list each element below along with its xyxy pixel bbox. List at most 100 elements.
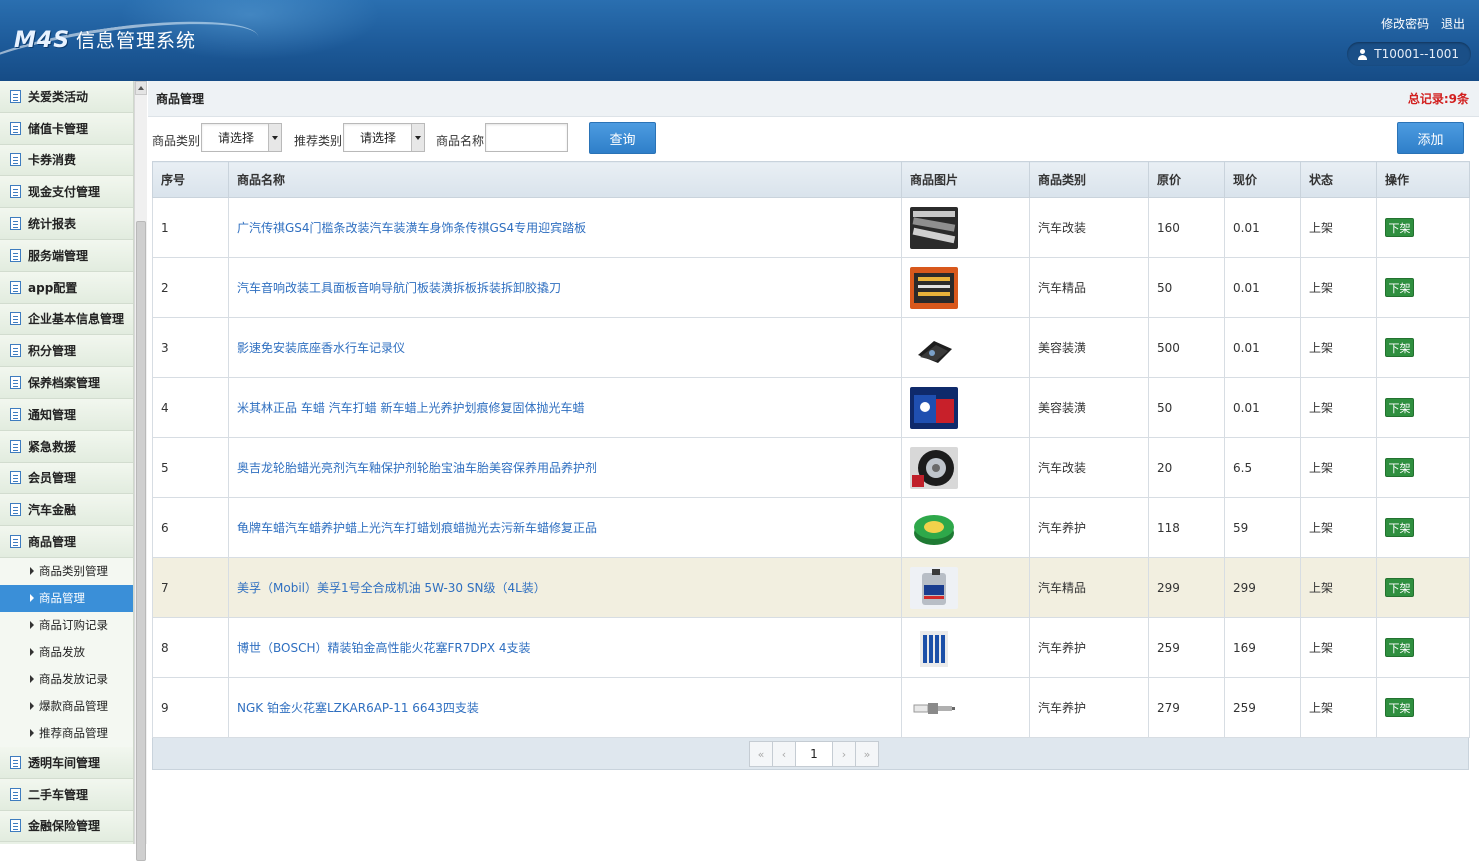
sidebar-item[interactable]: 储值卡管理	[0, 112, 133, 145]
submenu-goods: 商品类别管理商品管理商品订购记录商品发放商品发放记录爆款商品管理 推荐商品管理	[0, 557, 133, 747]
submenu-item[interactable]: 商品管理	[0, 584, 133, 612]
sidebar-item[interactable]: 企业基本信息管理	[0, 303, 133, 336]
unlist-button[interactable]: 下架	[1385, 638, 1414, 657]
sidebar-item[interactable]: 统计报表	[0, 208, 133, 240]
product-thumbnail[interactable]	[910, 506, 958, 549]
cell-current-price: 0.01	[1224, 197, 1301, 258]
table-row: 5 奥吉龙轮胎蜡光亮剂汽车釉保护剂轮胎宝油车胎美容保养用品养护剂 汽车改装 20 6.5…	[152, 437, 1470, 498]
product-name-link[interactable]: 影速免安装底座香水行车记录仪	[237, 341, 405, 355]
submenu-item[interactable]: 推荐商品管理	[0, 720, 133, 747]
pager-first-button[interactable]: «	[749, 741, 773, 767]
sidebar-item[interactable]: 金融保险管理	[0, 810, 133, 843]
sidebar-item[interactable]: 汽车金融	[0, 494, 133, 527]
sidebar-item[interactable]: 积分管理	[0, 335, 133, 368]
document-icon	[10, 153, 21, 167]
unlist-button[interactable]: 下架	[1385, 458, 1414, 477]
logout-link[interactable]: 退出	[1441, 17, 1465, 31]
unlist-button[interactable]: 下架	[1385, 578, 1414, 597]
category-select[interactable]: 请选择	[201, 123, 282, 152]
cell-image	[901, 437, 1030, 498]
product-name-link[interactable]: 米其林正品 车蜡 汽车打蜡 新车蜡上光养护划痕修复固体抛光车蜡	[237, 401, 584, 415]
submenu-item-label: 商品发放记录	[39, 672, 108, 687]
sidebar-item-label: 积分管理	[28, 344, 77, 359]
cell-no: 3	[152, 317, 229, 378]
submenu-item[interactable]: 爆款商品管理	[0, 693, 133, 720]
pager-current-page[interactable]: 1	[795, 741, 833, 767]
unlist-button[interactable]: 下架	[1385, 518, 1414, 537]
sidebar-item[interactable]: 保养档案管理	[0, 367, 133, 399]
sidebar-item[interactable]: 现金支付管理	[0, 176, 133, 209]
product-thumbnail[interactable]	[910, 446, 958, 489]
product-thumbnail[interactable]	[910, 266, 958, 309]
sidebar-item[interactable]: app配置	[0, 271, 133, 304]
unlist-button[interactable]: 下架	[1385, 698, 1414, 717]
pager-prev-button[interactable]: ‹	[772, 741, 796, 767]
cell-original-price: 500	[1148, 317, 1225, 378]
cell-image	[901, 377, 1030, 438]
page-titlebar: 商品管理 总记录:9条	[148, 81, 1479, 117]
cell-name: 博世（BOSCH）精装铂金高性能火花塞FR7DPX 4支装	[228, 617, 902, 678]
document-icon	[10, 439, 21, 453]
product-name-link[interactable]: 美孚（Mobil）美孚1号全合成机油 5W-30 SN级（4L装）	[237, 581, 546, 595]
sidebar-item[interactable]: 会员管理	[0, 462, 133, 495]
sidebar-item[interactable]: 通知管理	[0, 398, 133, 431]
sidebar-item[interactable]: 紧急救援	[0, 430, 133, 463]
submenu-item[interactable]: 商品发放	[0, 639, 133, 666]
cell-status: 上架	[1300, 437, 1377, 498]
cell-no: 7	[152, 557, 229, 618]
sidebar-item[interactable]: 透明车间管理	[0, 746, 133, 779]
change-password-link[interactable]: 修改密码	[1381, 17, 1429, 31]
sidebar-item[interactable]: 商品管理	[0, 526, 133, 558]
app-title: 信息管理系统	[76, 30, 197, 52]
product-thumbnail[interactable]	[910, 566, 958, 609]
product-name-link[interactable]: 博世（BOSCH）精装铂金高性能火花塞FR7DPX 4支装	[237, 641, 531, 655]
name-input[interactable]	[485, 123, 568, 152]
submenu-item[interactable]: 商品订购记录	[0, 612, 133, 639]
query-button[interactable]: 查询	[589, 122, 656, 154]
submenu-item[interactable]: 商品类别管理	[0, 558, 133, 585]
product-name-link[interactable]: 汽车音响改装工具面板音响导航门板装潢拆板拆装拆卸胶撬刀	[237, 281, 561, 295]
scroll-up-arrow-icon[interactable]	[135, 81, 147, 95]
unlist-button[interactable]: 下架	[1385, 398, 1414, 417]
chevron-down-icon	[411, 124, 424, 151]
sidebar-item[interactable]: 二手车管理	[0, 778, 133, 811]
cell-original-price: 259	[1148, 617, 1225, 678]
add-button[interactable]: 添加	[1397, 122, 1464, 154]
product-name-link[interactable]: 龟牌车蜡汽车蜡养护蜡上光汽车打蜡划痕蜡抛光去污新车蜡修复正品	[237, 521, 597, 535]
product-name-link[interactable]: NGK 铂金火花塞LZKAR6AP-11 6643四支装	[237, 701, 479, 715]
cell-action: 下架	[1376, 437, 1470, 498]
submenu-item-label: 商品管理	[39, 591, 85, 606]
submenu-item-label: 商品发放	[39, 645, 85, 660]
column-header: 商品名称	[228, 161, 902, 198]
cell-current-price: 0.01	[1224, 377, 1301, 438]
sidebar-item[interactable]: 卡券消费	[0, 144, 133, 177]
document-icon	[10, 89, 21, 103]
submenu-item[interactable]: 商品发放记录	[0, 666, 133, 693]
table-row: 7 美孚（Mobil）美孚1号全合成机油 5W-30 SN级（4L装） 汽车精品 29…	[152, 557, 1470, 618]
unlist-button[interactable]: 下架	[1385, 218, 1414, 237]
table-row: 1 广汽传祺GS4门槛条改装汽车装潢车身饰条传祺GS4专用迎宾踏板 汽车改装 160 0…	[152, 197, 1470, 258]
product-thumbnail[interactable]	[910, 206, 958, 249]
unlist-button[interactable]: 下架	[1385, 278, 1414, 297]
product-name-link[interactable]: 奥吉龙轮胎蜡光亮剂汽车釉保护剂轮胎宝油车胎美容保养用品养护剂	[237, 461, 597, 475]
cell-action: 下架	[1376, 257, 1470, 318]
sidebar-item[interactable]: 服务端管理	[0, 239, 133, 272]
product-thumbnail[interactable]	[910, 326, 958, 369]
cell-action: 下架	[1376, 197, 1470, 258]
sidebar-item[interactable]: 关爱类活动	[0, 81, 133, 113]
pager-last-button[interactable]: »	[855, 741, 879, 767]
sidebar-scrollbar[interactable]	[134, 81, 147, 861]
recommend-select[interactable]: 请选择	[343, 123, 425, 152]
caret-right-icon	[30, 594, 34, 603]
product-thumbnail[interactable]	[910, 626, 958, 669]
column-header: 商品图片	[901, 161, 1030, 198]
cell-original-price: 50	[1148, 377, 1225, 438]
scroll-thumb[interactable]	[136, 221, 146, 861]
pager-next-button[interactable]: ›	[832, 741, 856, 767]
column-header: 商品类别	[1029, 161, 1149, 198]
user-badge[interactable]: T10001--1001	[1347, 42, 1471, 66]
unlist-button[interactable]: 下架	[1385, 338, 1414, 357]
product-name-link[interactable]: 广汽传祺GS4门槛条改装汽车装潢车身饰条传祺GS4专用迎宾踏板	[237, 221, 586, 235]
product-thumbnail[interactable]	[910, 386, 958, 429]
product-thumbnail[interactable]	[910, 686, 958, 729]
